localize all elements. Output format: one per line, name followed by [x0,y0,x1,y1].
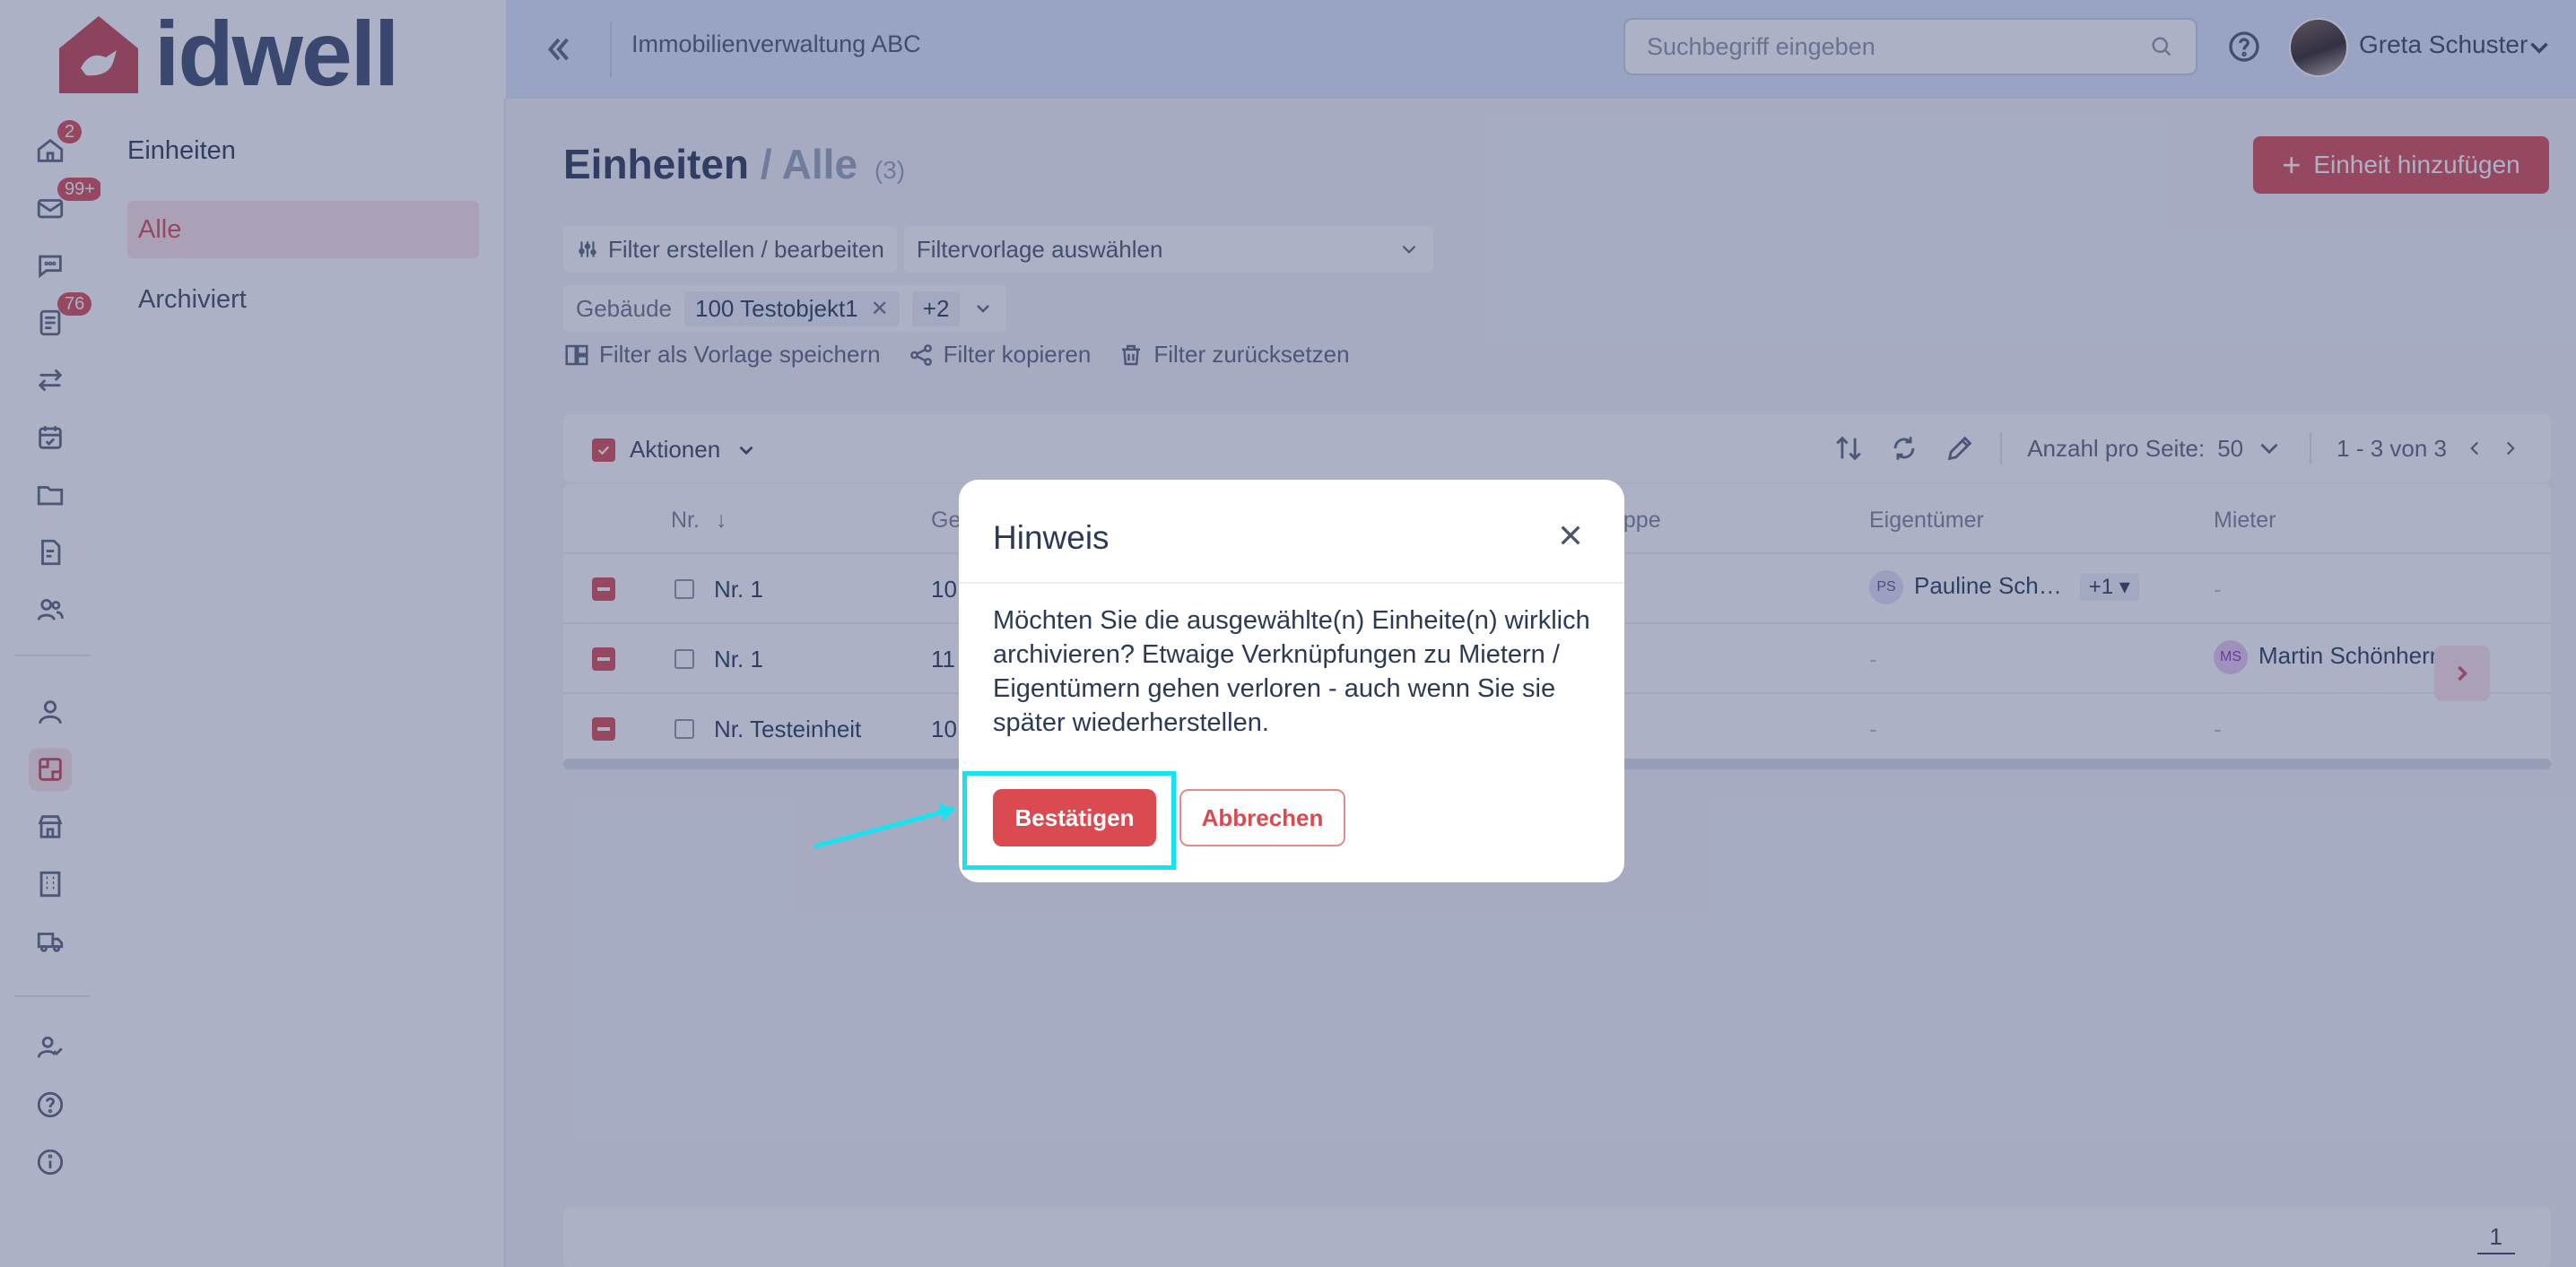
annotation-arrow-icon [814,803,955,849]
dialog-message: Möchten Sie die ausgewählte(n) Einheite(… [993,606,1590,737]
dialog-close-button[interactable] [1556,521,1585,550]
annotation-highlight-box [962,771,1176,870]
close-icon [1561,525,1580,545]
dialog-divider [959,582,1624,584]
dialog-title: Hinweis [993,519,1110,556]
cancel-button[interactable]: Abbrechen [1179,789,1345,846]
